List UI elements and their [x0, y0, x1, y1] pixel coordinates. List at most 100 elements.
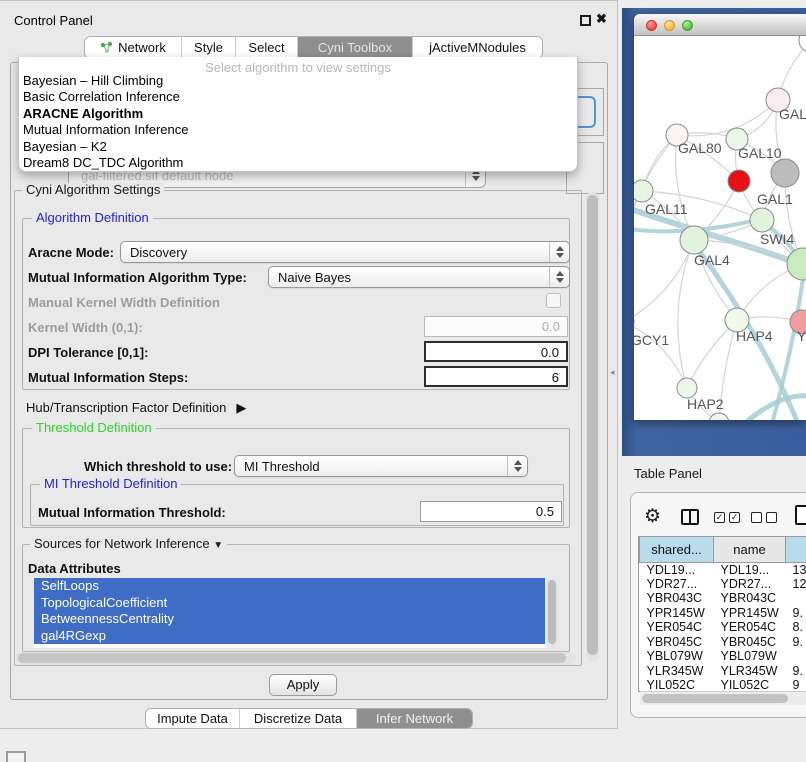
- table-cell: YDL19...: [640, 562, 714, 577]
- manual-kernel-checkbox[interactable]: [546, 293, 561, 308]
- tab-impute-data[interactable]: Impute Data: [146, 709, 239, 728]
- select-all-checkbox-icon-2[interactable]: ✓: [729, 512, 740, 523]
- table-cell: 12: [786, 577, 806, 592]
- network-node-label: Y: [797, 328, 806, 344]
- page-icon[interactable]: [795, 505, 806, 525]
- dpi-tolerance-field[interactable]: 0.0: [424, 341, 568, 362]
- algorithm-option[interactable]: Mutual Information Inference: [19, 122, 577, 138]
- network-edge[interactable]: [678, 240, 694, 388]
- algorithm-option[interactable]: Bayesian – Hill Climbing: [19, 73, 577, 89]
- tab-infer-network[interactable]: Infer Network: [356, 709, 472, 728]
- hub-definition-expander[interactable]: Hub/Transcription Factor Definition▶: [26, 400, 246, 416]
- attribute-item[interactable]: BetweennessCentrality: [34, 611, 545, 628]
- mi-type-combo[interactable]: Naive Bayes: [268, 266, 570, 288]
- network-edge[interactable]: [677, 100, 778, 136]
- network-node-label: GAL: [779, 106, 806, 122]
- data-attributes-list[interactable]: SelfLoopsTopologicalCoefficientBetweenne…: [34, 578, 545, 648]
- aracne-mode-label: Aracne Mode:: [28, 245, 114, 260]
- apply-button[interactable]: Apply: [269, 674, 337, 696]
- tab-select[interactable]: Select: [235, 37, 297, 58]
- zoom-traffic-light-icon[interactable]: [682, 20, 693, 31]
- table-row[interactable]: YDL19...YDL19...13: [640, 562, 806, 577]
- table-row[interactable]: YLR345WYLR345W9.: [640, 664, 806, 679]
- split-columns-icon[interactable]: [681, 509, 699, 525]
- tab-network[interactable]: Network: [85, 37, 181, 58]
- network-node-label: SWI4: [760, 231, 794, 247]
- network-node[interactable]: [634, 180, 653, 202]
- table-cell: YER054C: [714, 620, 786, 635]
- tab-jactivemnodules[interactable]: jActiveMNodules: [412, 37, 542, 58]
- sources-group-title[interactable]: Sources for Network Inference ▼: [30, 537, 227, 553]
- close-icon[interactable]: ✖: [596, 11, 607, 27]
- threshold-definition-title: Threshold Definition: [32, 421, 156, 435]
- network-node[interactable]: [677, 378, 697, 398]
- column-header[interactable]: name: [714, 537, 786, 562]
- table-row[interactable]: YIL052CYIL052C9: [640, 678, 806, 692]
- deselect-all-checkbox-icon-2[interactable]: [766, 512, 777, 523]
- attributes-scrollbar[interactable]: [547, 579, 557, 647]
- table-row[interactable]: YER054CYER054C8.: [640, 620, 806, 635]
- tab-cyni-toolbox[interactable]: Cyni Toolbox: [297, 37, 412, 58]
- algorithm-option[interactable]: Bayesian – K2: [19, 139, 577, 155]
- network-node[interactable]: [771, 159, 799, 187]
- table-cell: YDR27...: [714, 577, 786, 592]
- table-row[interactable]: YPR145WYPR145W9.: [640, 606, 806, 621]
- table-cell: 9.: [786, 635, 806, 650]
- network-node[interactable]: [680, 226, 708, 254]
- tab-discretize-data[interactable]: Discretize Data: [239, 709, 356, 728]
- kernel-width-field[interactable]: 0.0: [424, 316, 568, 337]
- mi-threshold-group-title: MI Threshold Definition: [40, 477, 181, 491]
- table-cell: YBR045C: [640, 635, 714, 650]
- algorithm-option[interactable]: Basic Correlation Inference: [19, 89, 577, 105]
- network-node[interactable]: [750, 208, 774, 232]
- float-window-icon[interactable]: [580, 15, 591, 26]
- table-row[interactable]: YBL079WYBL079W: [640, 649, 806, 664]
- minimize-traffic-light-icon[interactable]: [664, 20, 675, 31]
- aracne-mode-combo[interactable]: Discovery: [120, 241, 570, 263]
- settings-horizontal-scrollbar[interactable]: [16, 652, 576, 664]
- data-attributes-label: Data Attributes: [28, 561, 121, 576]
- attribute-item[interactable]: SelfLoops: [34, 578, 545, 595]
- select-all-checkbox-icon[interactable]: ✓: [714, 512, 725, 523]
- table-row[interactable]: YDR27...YDR27...12: [640, 577, 806, 592]
- table-horizontal-scrollbar[interactable]: [640, 691, 806, 705]
- attribute-item[interactable]: TopologicalCoefficient: [34, 595, 545, 612]
- network-canvas[interactable]: GALGAL80GAL10GAL1GAL11SWI4GAL4HAP4YGCY1H…: [634, 36, 806, 420]
- bottom-left-grip[interactable]: [6, 751, 26, 762]
- sources-title-text: Sources for Network Inference: [34, 536, 210, 551]
- table-row[interactable]: YBR045CYBR045C9.: [640, 635, 806, 650]
- column-header[interactable]: shared...: [640, 537, 714, 562]
- algorithm-option[interactable]: ARACNE Algorithm: [19, 106, 577, 122]
- tab-label: jActiveMNodules: [429, 40, 526, 55]
- tab-style[interactable]: Style: [181, 37, 235, 58]
- collapse-arrow-icon: ▼: [213, 540, 223, 551]
- which-threshold-value: MI Threshold: [235, 459, 507, 474]
- table-panel-title: Table Panel: [634, 466, 702, 481]
- deselect-all-checkbox-icon[interactable]: [751, 512, 762, 523]
- mi-steps-field[interactable]: 6: [424, 366, 568, 387]
- mi-threshold-field[interactable]: 0.5: [420, 501, 562, 522]
- network-node[interactable]: [709, 413, 729, 420]
- close-traffic-light-icon[interactable]: [646, 20, 657, 31]
- table-cell: YBR043C: [714, 591, 786, 606]
- table-row[interactable]: YBR043CYBR043C: [640, 591, 806, 606]
- network-edge[interactable]: [687, 320, 737, 388]
- network-edge[interactable]: [634, 240, 694, 322]
- mi-type-value: Naive Bayes: [269, 270, 549, 285]
- table-cell: YIL052C: [714, 678, 786, 692]
- tab-label: Network: [118, 40, 166, 55]
- which-threshold-combo[interactable]: MI Threshold: [234, 455, 528, 477]
- column-header[interactable]: A: [786, 537, 806, 562]
- table-cell: 9: [786, 678, 806, 692]
- settings-vertical-scrollbar[interactable]: [586, 192, 599, 662]
- expand-arrow-icon: ▶: [236, 400, 246, 416]
- network-node[interactable]: [728, 170, 750, 192]
- table-cell: YLR345W: [714, 664, 786, 679]
- attribute-item[interactable]: gal4RGexp: [34, 628, 545, 645]
- algorithm-option[interactable]: Dream8 DC_TDC Algorithm: [19, 155, 577, 171]
- combo-stepper-icon: [549, 267, 569, 287]
- splitter-handle[interactable]: ◂: [610, 368, 615, 377]
- network-window-titlebar[interactable]: [634, 14, 806, 36]
- combo-stepper-icon: [549, 242, 569, 262]
- gear-icon[interactable]: ⚙: [644, 505, 661, 528]
